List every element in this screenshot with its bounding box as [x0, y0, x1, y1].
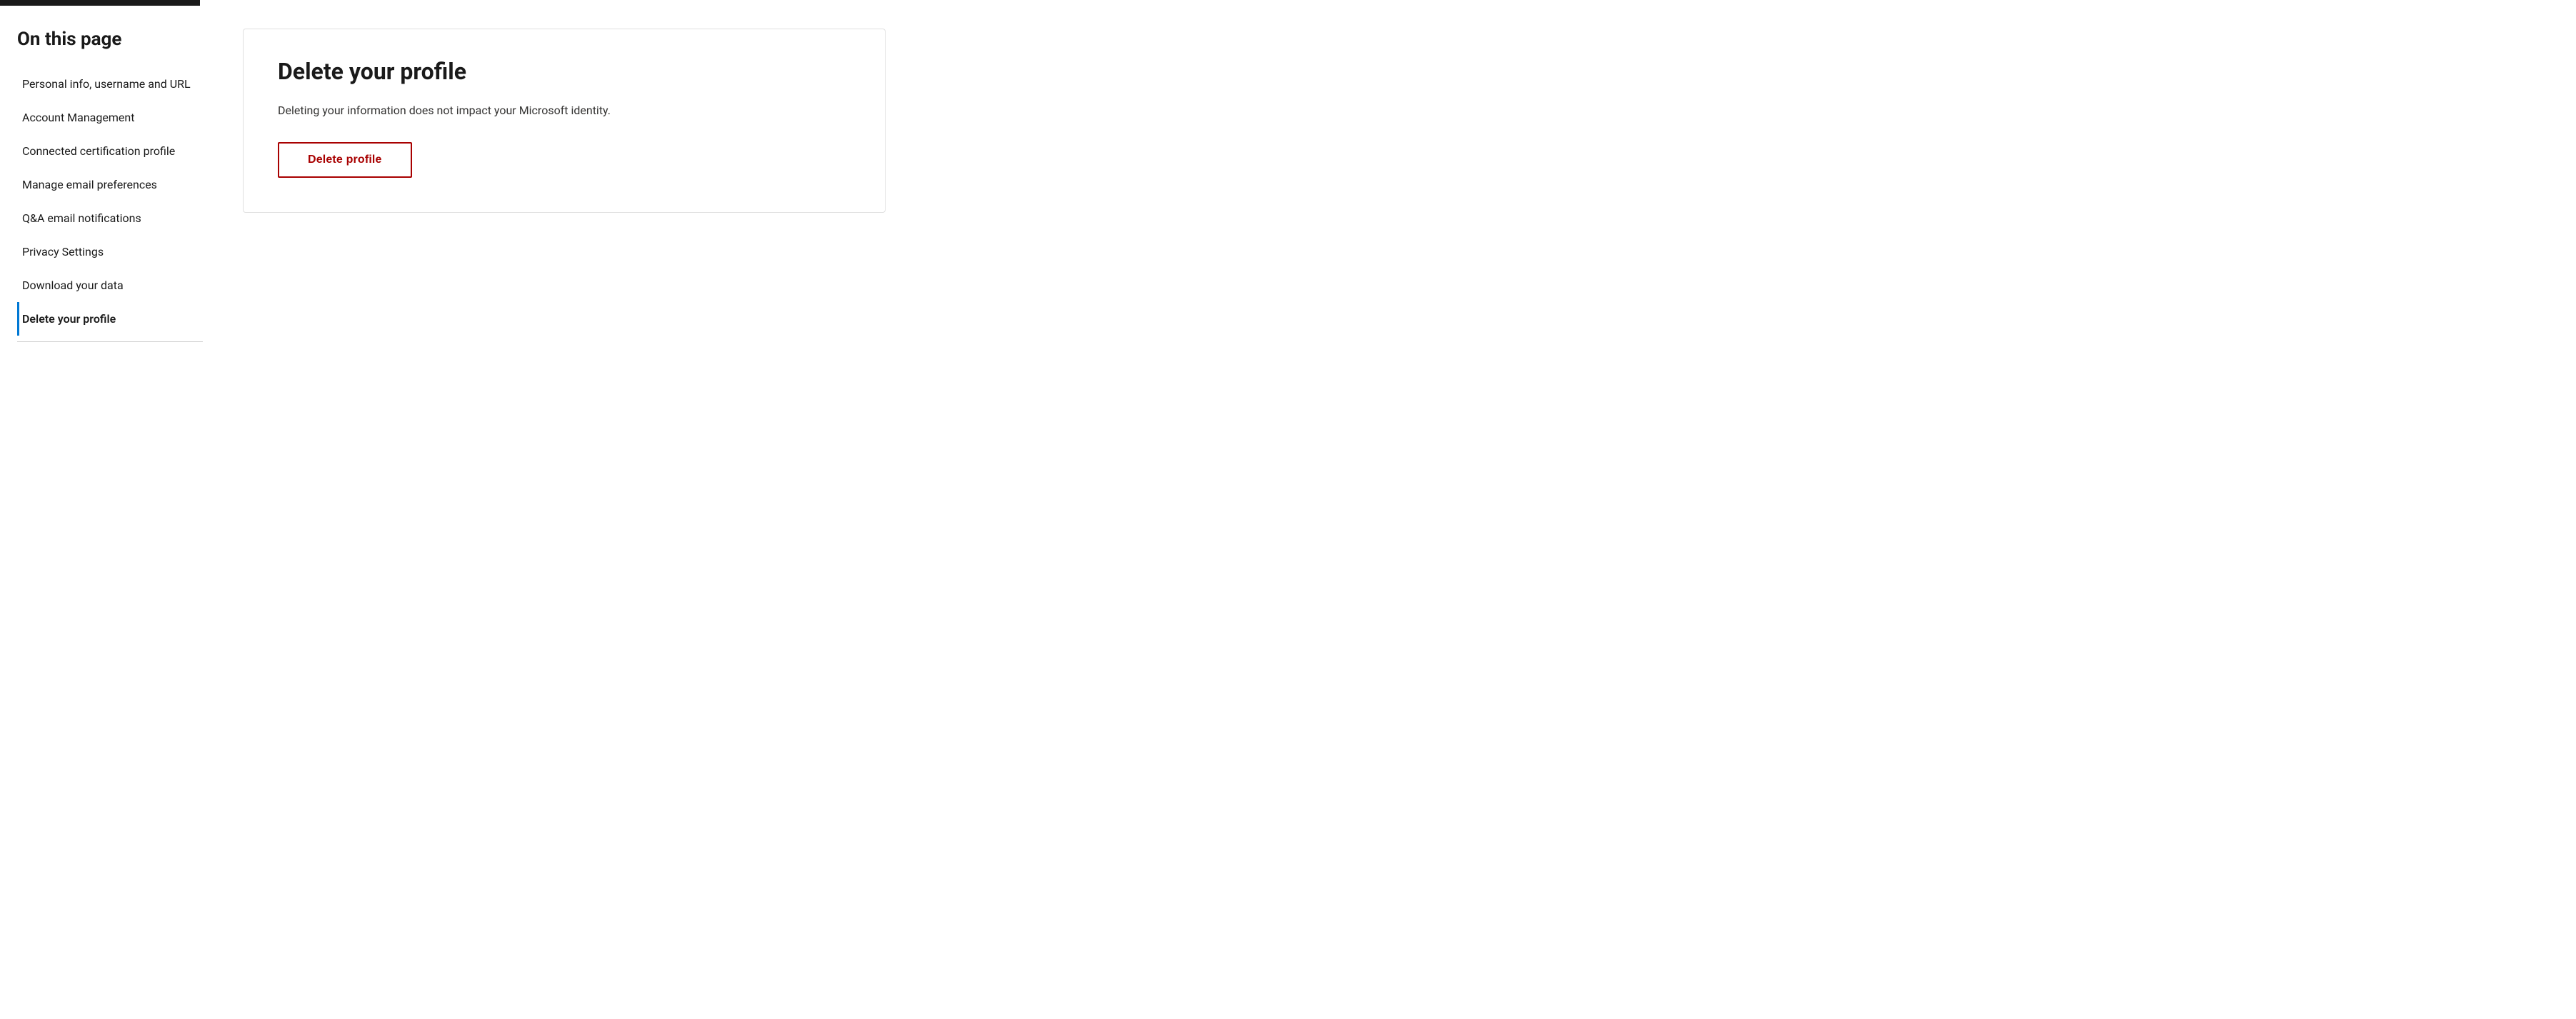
sidebar-nav: Personal info, username and URLAccount M… — [17, 67, 200, 336]
sidebar-divider — [17, 341, 203, 342]
sidebar-item-privacy-settings[interactable]: Privacy Settings — [17, 235, 200, 268]
sidebar-top-bar — [0, 0, 200, 6]
sidebar-item-manage-email[interactable]: Manage email preferences — [17, 168, 200, 201]
sidebar-item-delete-profile[interactable]: Delete your profile — [17, 302, 200, 336]
delete-profile-section: Delete your profile Deleting your inform… — [243, 29, 886, 213]
sidebar: On this page Personal info, username and… — [0, 0, 200, 1019]
main-content: Delete your profile Deleting your inform… — [200, 0, 2576, 1019]
sidebar-item-qa-email[interactable]: Q&A email notifications — [17, 201, 200, 235]
sidebar-item-download-data[interactable]: Download your data — [17, 268, 200, 302]
section-description: Deleting your information does not impac… — [278, 102, 851, 119]
delete-profile-button[interactable]: Delete profile — [278, 142, 412, 178]
sidebar-item-account-management[interactable]: Account Management — [17, 101, 200, 134]
sidebar-item-connected-certification[interactable]: Connected certification profile — [17, 134, 200, 168]
sidebar-title: On this page — [17, 29, 200, 50]
section-title: Delete your profile — [278, 58, 851, 85]
sidebar-item-personal-info[interactable]: Personal info, username and URL — [17, 67, 200, 101]
